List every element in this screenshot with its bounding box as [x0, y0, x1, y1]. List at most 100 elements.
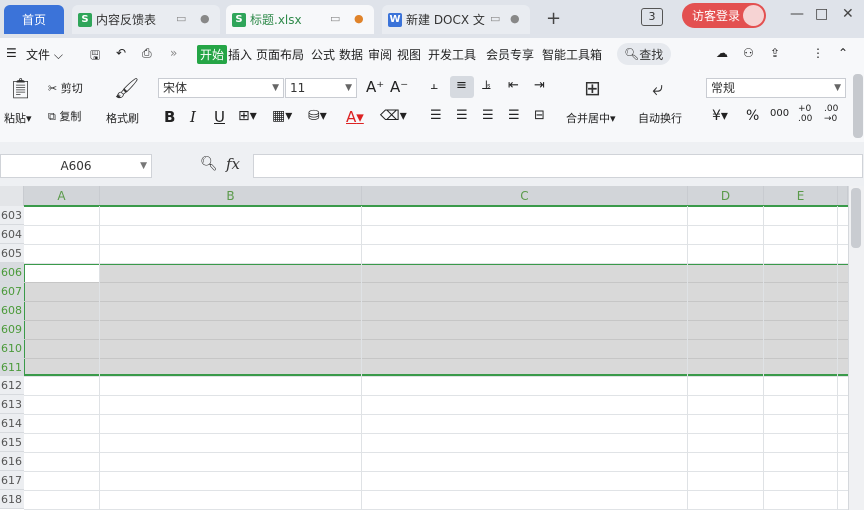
row-header-608[interactable]: 608 [0, 301, 24, 320]
cut-button[interactable]: ✂ 剪切 [48, 80, 83, 96]
align-right-icon[interactable]: ☰ [482, 108, 494, 123]
menu-member[interactable]: 会员专享 [486, 46, 534, 63]
row-header-617[interactable]: 617 [0, 471, 24, 490]
currency-button[interactable]: ¥▾ [712, 108, 728, 124]
function-icon[interactable]: fx [226, 155, 240, 173]
indent-decrease-icon[interactable]: ⇤ [508, 78, 519, 93]
menu-developer[interactable]: 开发工具 [428, 46, 476, 63]
zoom-formula-icon[interactable]: 🔍︎ [200, 156, 218, 172]
align-left-icon[interactable]: ☰ [430, 108, 442, 123]
row-header-616[interactable]: 616 [0, 452, 24, 471]
menu-start[interactable]: 开始 [197, 45, 228, 64]
row-header-614[interactable]: 614 [0, 414, 24, 433]
collaborate-icon[interactable]: ⚇ [743, 46, 754, 60]
row-header-618[interactable]: 618 [0, 490, 24, 509]
percent-button[interactable]: % [746, 108, 759, 124]
column-header-b[interactable]: B [100, 186, 362, 206]
more-options-icon[interactable]: ⋮ [812, 46, 824, 60]
save-icon[interactable]: 🖫 [90, 46, 100, 67]
menu-review[interactable]: 审阅 [368, 46, 392, 63]
new-tab-button[interactable]: + [546, 8, 561, 29]
undo-icon[interactable]: ↶ [116, 46, 126, 60]
tab-home[interactable]: 首页 [4, 5, 64, 34]
font-shrink-button[interactable]: A⁻ [390, 78, 408, 96]
workspace-count-badge[interactable]: 3 [641, 8, 663, 26]
menu-smart-toolbox[interactable]: 智能工具箱 [542, 46, 602, 63]
bold-button[interactable]: B [164, 108, 175, 126]
increase-decimal-button[interactable]: +0 .00 [798, 104, 820, 124]
column-header-f[interactable] [838, 186, 848, 206]
decrease-decimal-button[interactable]: .00 →0 [824, 104, 846, 124]
borders-icon[interactable]: ⊞▾ [238, 108, 257, 124]
unsaved-dot-icon[interactable]: ● [354, 12, 364, 25]
tab-title-xlsx[interactable]: S 标题.xlsx ▭ ● [226, 5, 374, 34]
hamburger-icon[interactable]: ☰ [6, 46, 17, 60]
format-painter-button[interactable]: 格式刷 [106, 110, 139, 126]
copy-button[interactable]: ⧉ 复制 [48, 108, 81, 124]
fill-color-icon[interactable]: ⛁▾ [308, 108, 327, 124]
column-header-d[interactable]: D [688, 186, 764, 206]
paste-icon[interactable]: 📋︎ [8, 76, 33, 100]
column-header-a[interactable]: A [24, 186, 100, 206]
row-header-612[interactable]: 612 [0, 376, 24, 395]
active-cell-a606[interactable] [25, 265, 99, 282]
formula-input[interactable] [253, 154, 863, 178]
menu-view[interactable]: 视图 [397, 46, 421, 63]
menu-formulas[interactable]: 公式 [311, 46, 335, 63]
more-chevron-icon[interactable]: » [170, 46, 177, 60]
justify-icon[interactable]: ☰ [508, 108, 520, 123]
cell-style-icon[interactable]: ▦▾ [272, 108, 292, 124]
scrollbar-thumb[interactable] [851, 188, 861, 248]
collapse-ribbon-icon[interactable]: ⌃ [838, 46, 848, 60]
menu-file[interactable]: 文件 ⌵ [26, 46, 63, 63]
row-header-607[interactable]: 607 [0, 282, 24, 301]
close-window-button[interactable]: ✕ [842, 6, 854, 22]
paste-button[interactable]: 粘贴▾ [4, 110, 32, 126]
align-bottom-icon[interactable]: ⫡ [482, 78, 491, 93]
ribbon-scrollbar[interactable] [853, 74, 863, 138]
maximize-button[interactable]: □ [815, 6, 828, 22]
row-header-606[interactable]: 606 [0, 263, 24, 282]
print-icon[interactable]: ⎙ [142, 46, 152, 61]
column-header-c[interactable]: C [362, 186, 688, 206]
screen-icon[interactable]: ▭ [176, 12, 186, 25]
underline-button[interactable]: U [214, 108, 225, 126]
row-header-615[interactable]: 615 [0, 433, 24, 452]
menu-insert[interactable]: 插入 [228, 46, 252, 63]
name-box[interactable]: A606 ▼ [0, 154, 152, 178]
font-grow-button[interactable]: A⁺ [366, 78, 384, 96]
font-color-button[interactable]: A▾ [346, 108, 364, 126]
font-size-select[interactable]: 11 ▼ [285, 78, 357, 98]
minimize-button[interactable]: — [790, 6, 804, 22]
align-top-icon[interactable]: ⫠ [430, 78, 438, 93]
align-middle-icon[interactable]: ≡ [456, 78, 467, 93]
row-header-604[interactable]: 604 [0, 225, 24, 244]
merge-center-icon[interactable]: ⊞ [584, 76, 601, 100]
close-tab-icon[interactable]: ● [200, 12, 210, 25]
row-header-613[interactable]: 613 [0, 395, 24, 414]
screen-icon[interactable]: ▭ [490, 12, 500, 25]
indent-increase-icon[interactable]: ⇥ [534, 78, 545, 93]
row-header-609[interactable]: 609 [0, 320, 24, 339]
guest-login-button[interactable]: 访客登录 [682, 3, 766, 28]
align-center-icon[interactable]: ☰ [456, 108, 468, 123]
merge-center-button[interactable]: 合并居中▾ [566, 110, 616, 126]
row-header-603[interactable]: 603 [0, 206, 24, 225]
select-all-corner[interactable] [0, 186, 24, 206]
italic-button[interactable]: I [190, 108, 196, 126]
cloud-icon[interactable]: ☁ [716, 46, 728, 60]
format-painter-icon[interactable]: 🖌︎ [114, 76, 139, 100]
share-icon[interactable]: ⇪ [770, 46, 780, 60]
thousands-separator-button[interactable]: 000 [770, 108, 789, 119]
column-header-e[interactable]: E [764, 186, 838, 206]
close-tab-icon[interactable]: ● [510, 12, 520, 25]
row-header-605[interactable]: 605 [0, 244, 24, 263]
screen-icon[interactable]: ▭ [330, 12, 340, 25]
row-header-610[interactable]: 610 [0, 339, 24, 358]
distribute-icon[interactable]: ⊟ [534, 108, 545, 123]
search-button[interactable]: 🔍︎ 查找 [617, 43, 671, 65]
tab-feedback-sheet[interactable]: S 内容反馈表 ▭ ● [72, 5, 220, 34]
number-format-select[interactable]: 常规 ▼ [706, 78, 846, 98]
spreadsheet-grid[interactable]: A B C D E 603 604 605 606 607 608 609 61… [0, 186, 864, 510]
wrap-text-icon[interactable]: ⤶ [652, 76, 663, 100]
